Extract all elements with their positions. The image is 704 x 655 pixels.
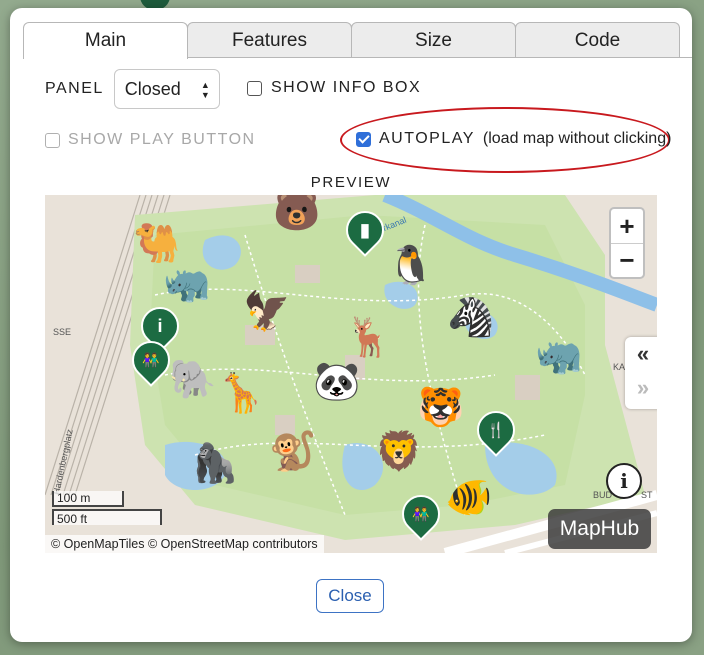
bear-icon[interactable]: 🐻: [273, 195, 320, 231]
elephant-icon[interactable]: 🐘: [169, 361, 216, 399]
zoom-control: + −: [609, 207, 645, 279]
preview-label: PREVIEW: [310, 174, 392, 191]
tab-size[interactable]: Size: [351, 22, 516, 58]
map-preview[interactable]: SSE Hardenbergplatz ehrkanal KA BUD ST 🐫…: [45, 195, 657, 553]
tab-code[interactable]: Code: [515, 22, 680, 58]
show-info-box-label: SHOW INFO BOX: [271, 79, 422, 96]
scale-bar: 100 m 500 ft: [52, 491, 162, 526]
zebra-icon[interactable]: 🦓: [447, 299, 494, 337]
street-label: ST: [641, 490, 653, 500]
tab-bar: Main Features Size Code: [23, 22, 680, 59]
gorilla-icon[interactable]: 🦍: [191, 445, 238, 483]
show-info-box-option[interactable]: SHOW INFO BOX: [247, 79, 421, 97]
autoplay-label: AUTOPLAY: [379, 130, 475, 147]
autoplay-description: (load map without clicking): [482, 130, 672, 147]
eagle-icon[interactable]: 🦅: [243, 293, 290, 331]
lion-icon[interactable]: 🦁: [375, 433, 422, 471]
map-info-button[interactable]: i: [606, 463, 642, 499]
monkey-icon[interactable]: 🐒: [269, 433, 316, 471]
maphub-logo[interactable]: MapHub: [548, 509, 651, 549]
panel-select[interactable]: Closed ▲ ▼: [113, 69, 220, 109]
side-panel-toggle: « »: [625, 337, 657, 409]
show-info-box-checkbox[interactable]: [247, 80, 262, 96]
street-label: KA: [613, 362, 625, 372]
show-play-button-label: SHOW PLAY BUTTON: [68, 131, 256, 148]
penguin-icon[interactable]: 🐧: [387, 247, 434, 285]
panda-icon[interactable]: 🐼: [313, 363, 360, 401]
close-button[interactable]: Close: [316, 579, 384, 613]
tab-main[interactable]: Main: [23, 22, 188, 59]
zoom-out-button[interactable]: −: [611, 243, 643, 277]
panel-label: PANEL: [45, 80, 104, 97]
deer-icon[interactable]: 🦌: [345, 319, 392, 357]
show-play-button-option: SHOW PLAY BUTTON: [45, 131, 256, 149]
embed-dialog: Main Features Size Code PANEL Closed ▲ ▼ …: [10, 8, 692, 642]
expand-chevron-icon: »: [636, 375, 650, 400]
panel-row: PANEL Closed ▲ ▼: [45, 69, 220, 109]
street-label: SSE: [53, 327, 71, 337]
panel-select-value: Closed: [124, 78, 181, 99]
zoom-in-button[interactable]: +: [611, 209, 643, 243]
scale-imperial: 500 ft: [52, 509, 162, 526]
rhino-icon[interactable]: 🦏: [163, 265, 210, 303]
show-play-button-checkbox: [45, 132, 60, 148]
tab-features[interactable]: Features: [187, 22, 352, 58]
fish-icon[interactable]: 🐠: [445, 479, 492, 517]
select-arrows-icon: ▲ ▼: [200, 80, 210, 100]
autoplay-option[interactable]: AUTOPLAY (load map without clicking): [356, 130, 671, 148]
map-attribution[interactable]: © OpenMapTiles © OpenStreetMap contribut…: [45, 535, 324, 553]
rhino-icon-2[interactable]: 🦏: [535, 337, 582, 375]
autoplay-checkbox[interactable]: [356, 131, 371, 147]
giraffe-icon[interactable]: 🦒: [217, 375, 264, 413]
scale-metric: 100 m: [52, 491, 124, 507]
tiger-icon[interactable]: 🐯: [417, 389, 464, 427]
camel-icon[interactable]: 🐫: [133, 225, 180, 263]
collapse-chevron-icon[interactable]: «: [625, 337, 657, 371]
